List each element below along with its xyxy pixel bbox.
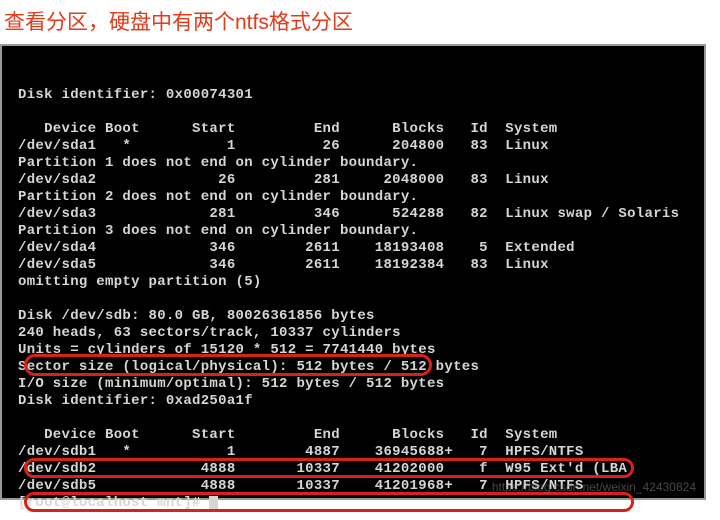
out-sda4: /dev/sda4 346 2611 18193408 5 Extended xyxy=(18,240,575,256)
out-header2: Device Boot Start End Blocks Id System xyxy=(18,427,557,443)
out-warn2: Partition 2 does not end on cylinder bou… xyxy=(18,189,418,205)
out-geo: 240 heads, 63 sectors/track, 10337 cylin… xyxy=(18,325,401,341)
out-prompt[interactable]: [root@localhost mnt]# xyxy=(18,495,209,511)
out-sdb1: /dev/sdb1 * 1 4887 36945688+ 7 HPFS/NTFS xyxy=(18,444,584,460)
out-units: Units = cylinders of 15120 * 512 = 77414… xyxy=(18,342,436,358)
out-sdb2: /dev/sdb2 4888 10337 41202000 f W95 Ext'… xyxy=(18,461,636,477)
out-disk-id: Disk identifier: 0x00074301 xyxy=(18,87,253,103)
watermark-text: https://blog.csdn.net/weixin_42430824 xyxy=(492,480,696,494)
terminal-window: Disk identifier: 0x00074301 Device Boot … xyxy=(0,44,706,500)
out-header1: Device Boot Start End Blocks Id System xyxy=(18,121,557,137)
terminal-output: Disk identifier: 0x00074301 Device Boot … xyxy=(2,46,704,520)
out-omit: omitting empty partition (5) xyxy=(18,274,262,290)
out-sda2: /dev/sda2 26 281 2048000 83 Linux xyxy=(18,172,549,188)
out-warn1: Partition 1 does not end on cylinder bou… xyxy=(18,155,418,171)
out-warn3: Partition 3 does not end on cylinder bou… xyxy=(18,223,418,239)
out-sda3: /dev/sda3 281 346 524288 82 Linux swap /… xyxy=(18,206,679,222)
cursor-icon xyxy=(209,496,218,509)
out-sda5: /dev/sda5 346 2611 18192384 83 Linux xyxy=(18,257,549,273)
out-sector: Sector size (logical/physical): 512 byte… xyxy=(18,359,479,375)
out-disk2: Disk /dev/sdb: 80.0 GB, 80026361856 byte… xyxy=(18,308,375,324)
out-sda1: /dev/sda1 * 1 26 204800 83 Linux xyxy=(18,138,549,154)
page-caption: 查看分区，硬盘中有两个ntfs格式分区 xyxy=(0,0,720,44)
out-io: I/O size (minimum/optimal): 512 bytes / … xyxy=(18,376,444,392)
out-diskid2: Disk identifier: 0xad250a1f xyxy=(18,393,253,409)
